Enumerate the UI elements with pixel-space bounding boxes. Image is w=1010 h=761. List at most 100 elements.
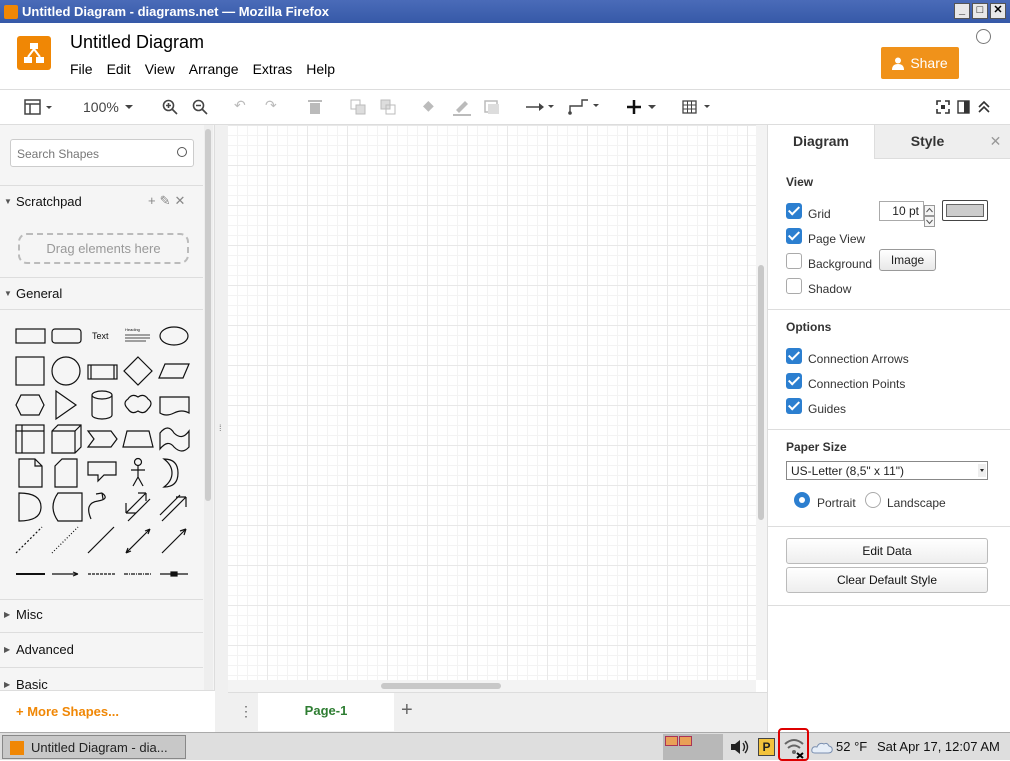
maximize-button[interactable]: □ xyxy=(972,3,988,19)
minimize-button[interactable]: _ xyxy=(954,3,970,19)
share-label: Share xyxy=(910,55,948,71)
canvas-horizontal-scrollbar[interactable] xyxy=(228,680,756,692)
dashed-line-shape xyxy=(15,526,43,554)
text-shape: Text xyxy=(92,331,109,341)
network-wifi-icon[interactable] xyxy=(778,728,809,761)
grid-size-input[interactable]: 10 pt xyxy=(879,201,924,221)
undo-icon[interactable]: ↶ xyxy=(234,97,246,114)
connection-points-checkbox[interactable] xyxy=(786,373,802,389)
expand-arrow-icon: ▼ xyxy=(4,197,12,206)
document-title[interactable]: Untitled Diagram xyxy=(70,32,204,53)
weather-cloud-icon[interactable] xyxy=(811,741,833,754)
pages-menu-icon[interactable]: ⋮ xyxy=(239,703,253,720)
menu-bar: File Edit View Arrange Extras Help xyxy=(70,61,349,77)
zoom-out-icon[interactable] xyxy=(192,99,208,115)
grid-size-spinner-icon[interactable] xyxy=(924,205,935,227)
portrait-radio[interactable] xyxy=(794,492,810,508)
grid-label: Grid xyxy=(808,207,831,221)
menu-file[interactable]: File xyxy=(70,61,93,77)
workspace-switcher[interactable] xyxy=(663,734,723,760)
page-view-checkbox[interactable] xyxy=(786,228,802,244)
waypoints-icon[interactable] xyxy=(568,98,602,116)
clear-default-style-button[interactable]: Clear Default Style xyxy=(786,567,988,593)
process-shape xyxy=(87,364,118,380)
card-shape xyxy=(54,458,78,488)
to-back-icon[interactable] xyxy=(380,99,396,115)
menu-view[interactable]: View xyxy=(145,61,175,77)
clock[interactable]: Sat Apr 17, 12:07 AM xyxy=(877,739,1000,754)
fullscreen-icon[interactable] xyxy=(936,100,950,114)
step-shape xyxy=(86,430,118,448)
directional-line-shape xyxy=(161,528,187,554)
fill-color-icon[interactable]: ◆ xyxy=(423,97,434,114)
table-icon[interactable] xyxy=(682,99,714,115)
sidebar-splitter[interactable]: ⁞ xyxy=(215,125,228,732)
paper-size-select[interactable]: US-Letter (8,5" x 11") xyxy=(786,461,988,480)
sidebar-scrollbar[interactable] xyxy=(204,125,213,690)
app-icon xyxy=(4,4,18,19)
redo-icon[interactable]: ↷ xyxy=(265,97,277,114)
delete-icon[interactable] xyxy=(308,99,322,115)
power-manager-icon[interactable]: P xyxy=(758,738,775,756)
landscape-radio[interactable] xyxy=(865,492,881,508)
to-front-icon[interactable] xyxy=(350,99,366,115)
background-image-button[interactable]: Image xyxy=(879,249,936,271)
taskbar-firefox-window[interactable]: Untitled Diagram - dia... xyxy=(2,735,186,759)
scratchpad-dropzone[interactable]: Drag elements here xyxy=(18,233,189,264)
general-shapes-palette[interactable]: Text Heading xyxy=(0,315,200,585)
search-shapes-input[interactable]: Search Shapes xyxy=(10,139,194,167)
menu-edit[interactable]: Edit xyxy=(107,61,131,77)
rounded-rectangle-shape xyxy=(51,328,82,344)
add-page-icon[interactable]: + xyxy=(401,699,413,722)
weather-temperature[interactable]: 52 °F xyxy=(836,739,867,754)
guides-checkbox[interactable] xyxy=(786,398,802,414)
general-header[interactable]: ▼ General xyxy=(0,286,203,301)
format-panel: Diagram Style ✕ View Grid 10 pt Page Vie… xyxy=(767,125,1010,732)
tab-diagram[interactable]: Diagram xyxy=(768,125,874,159)
volume-icon[interactable] xyxy=(730,739,750,755)
collapse-icon[interactable] xyxy=(977,100,991,114)
canvas-vertical-scrollbar[interactable] xyxy=(756,125,767,680)
search-icon[interactable] xyxy=(177,147,187,157)
dotted-line-shape xyxy=(51,526,79,554)
menu-arrange[interactable]: Arrange xyxy=(189,61,239,77)
more-shapes-button[interactable]: + More Shapes... xyxy=(0,690,215,732)
menu-extras[interactable]: Extras xyxy=(253,61,293,77)
shadow-checkbox[interactable] xyxy=(786,278,802,294)
zoom-in-icon[interactable] xyxy=(162,99,178,115)
view-format-icon[interactable] xyxy=(24,99,56,115)
connection-style-icon[interactable] xyxy=(525,100,557,114)
advanced-header[interactable]: ▶ Advanced xyxy=(0,642,203,657)
page-tab-1[interactable]: Page-1 xyxy=(258,693,394,731)
zoom-dropdown-icon[interactable] xyxy=(124,104,134,110)
background-checkbox[interactable] xyxy=(786,253,802,269)
drawio-logo-icon xyxy=(17,36,51,70)
select-arrow-icon xyxy=(978,464,986,477)
tab-style[interactable]: Style xyxy=(874,125,980,159)
zoom-level[interactable]: 100% xyxy=(83,99,119,115)
connection-arrows-checkbox[interactable] xyxy=(786,348,802,364)
edit-data-button[interactable]: Edit Data xyxy=(786,538,988,564)
share-button[interactable]: Share xyxy=(881,47,959,79)
insert-plus-icon[interactable] xyxy=(626,99,660,115)
document-shape xyxy=(159,396,190,416)
close-panel-icon[interactable]: ✕ xyxy=(980,125,1010,159)
window-titlebar: Untitled Diagram - diagrams.net — Mozill… xyxy=(0,0,1010,23)
scratchpad-actions[interactable]: +✎✕ xyxy=(148,193,189,209)
shadow-icon[interactable] xyxy=(484,99,500,115)
landscape-label: Landscape xyxy=(887,496,946,510)
textbox-shape xyxy=(125,334,150,342)
grid-color-button[interactable] xyxy=(942,200,988,221)
grid-checkbox[interactable] xyxy=(786,203,802,219)
format-panel-icon[interactable] xyxy=(957,100,971,114)
line-shape xyxy=(87,526,115,554)
language-globe-icon[interactable] xyxy=(976,29,991,44)
menu-help[interactable]: Help xyxy=(306,61,335,77)
square-shape xyxy=(15,356,45,386)
close-window-button[interactable]: ✕ xyxy=(990,3,1006,19)
diagram-canvas[interactable] xyxy=(228,125,756,680)
line-color-icon[interactable] xyxy=(452,98,472,116)
connector-shape xyxy=(52,571,79,577)
misc-header[interactable]: ▶ Misc xyxy=(0,607,203,622)
cloud-shape xyxy=(124,394,152,414)
